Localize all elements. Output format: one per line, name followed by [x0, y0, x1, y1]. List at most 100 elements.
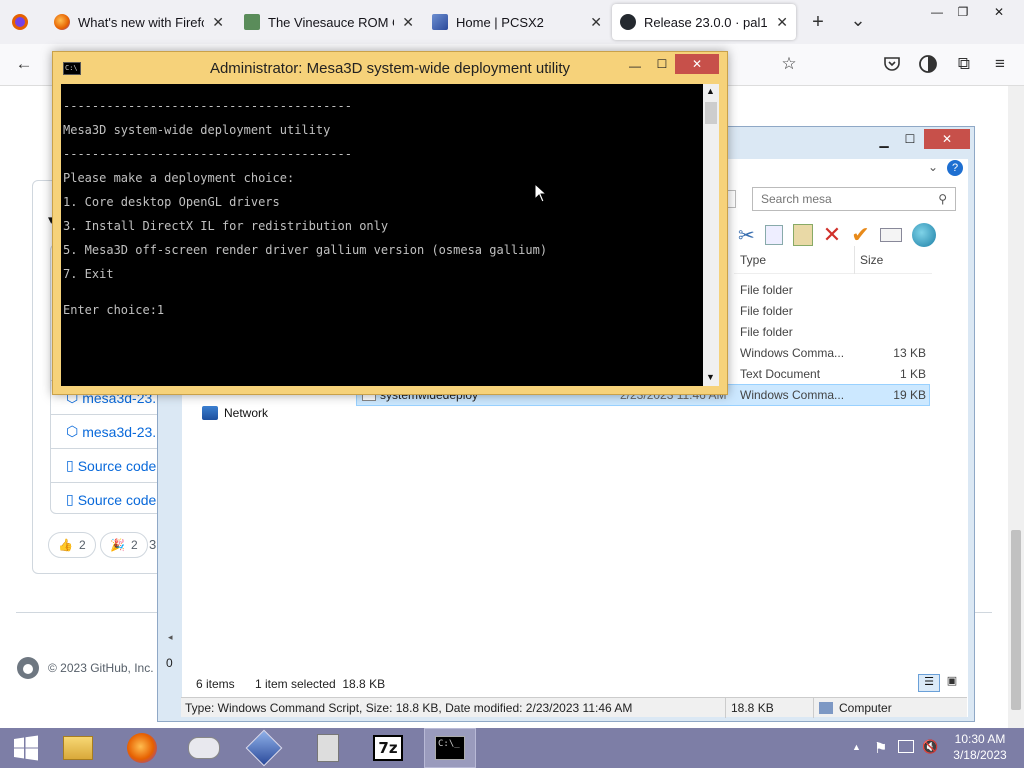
paste-icon[interactable] [792, 224, 813, 246]
windows-logo-icon [14, 735, 38, 761]
taskbar-file-explorer[interactable] [52, 728, 104, 768]
gamepad-icon [188, 737, 220, 759]
scroll-up-icon[interactable]: ▲ [706, 86, 715, 96]
back-arrow-icon[interactable]: ← [10, 50, 38, 78]
nav-truncated-label: 0 [166, 656, 173, 670]
page-scrollbar-thumb[interactable] [1011, 530, 1021, 710]
minimize-browser-button[interactable]: — [924, 2, 950, 22]
cmd-scrollbar-thumb[interactable] [705, 102, 717, 124]
bookmark-star-icon[interactable]: ☆ [775, 50, 803, 78]
maximize-browser-button[interactable]: ❐ [950, 2, 976, 22]
search-box[interactable]: ⚲ [752, 187, 956, 211]
taskbar-calculator[interactable] [302, 728, 354, 768]
file-zip-icon: ▯ [66, 457, 74, 473]
file-zip-icon: ▯ [66, 491, 74, 507]
clock-time: 10:30 AM [954, 732, 1006, 746]
firefox-icon [54, 14, 70, 30]
ribbon-expand-icon[interactable]: ⌄ [928, 160, 938, 174]
file-size-cell: 19 KB [893, 388, 926, 402]
action-center-flag-icon[interactable]: ⚑ [874, 739, 887, 757]
firefox-menu-icon[interactable] [6, 8, 34, 36]
system-clock[interactable]: 10:30 AM 3/18/2023 [950, 731, 1010, 763]
scroll-down-icon[interactable]: ▼ [706, 372, 715, 382]
column-divider [854, 246, 855, 274]
network-globe-icon[interactable] [911, 223, 936, 247]
new-tab-button[interactable]: + [804, 8, 832, 36]
details-location: Computer [839, 701, 892, 715]
cmd-title-bar[interactable]: C:\ Administrator: Mesa3D system-wide de… [53, 52, 727, 84]
column-headers: Type Size [734, 246, 932, 274]
console-output[interactable]: ----------------------------------------… [61, 84, 703, 386]
account-icon[interactable] [914, 50, 942, 78]
status-selection: 1 item selected 18.8 KB [255, 677, 386, 691]
close-tab-icon[interactable]: ✕ [776, 14, 788, 31]
firefox-icon [127, 733, 157, 763]
cut-icon[interactable]: ✂ [738, 223, 755, 248]
asset-link[interactable]: ⬡ mesa3d-23. [50, 414, 170, 448]
pcsx2-icon [432, 14, 448, 30]
console-line: 7. Exit [63, 267, 114, 281]
explorer-toolbar: ✂ ✕ ✔ [738, 222, 936, 248]
app-menu-icon[interactable]: ≡ [986, 50, 1014, 78]
details-view-icon[interactable]: ☰ [918, 674, 940, 692]
details-divider [725, 698, 726, 718]
console-line: 5. Mesa3D off-screen render driver galli… [63, 243, 548, 257]
taskbar-firefox[interactable] [116, 728, 168, 768]
close-tab-icon[interactable]: ✕ [590, 14, 602, 31]
cmd-maximize-button[interactable]: ☐ [649, 54, 675, 74]
reaction-thumbs-up[interactable]: 👍 2 [48, 532, 96, 558]
properties-icon[interactable] [879, 228, 902, 242]
network-status-icon[interactable] [898, 740, 914, 753]
source-code-link[interactable]: ▯ Source code [50, 482, 170, 516]
list-all-tabs-button[interactable]: ⌄ [844, 6, 872, 34]
volume-muted-icon[interactable]: 🔇 [922, 739, 938, 755]
taskbar-cmd[interactable]: C:\_ [424, 728, 476, 768]
taskbar-7zip[interactable]: 7z [362, 728, 414, 768]
tab-github-release[interactable]: Release 23.0.0 · pal1000/m ✕ [612, 4, 796, 40]
tab-firefox-whats-new[interactable]: What's new with Firefox - ✕ [46, 4, 232, 40]
file-type-cell: Windows Comma... [740, 346, 845, 360]
package-icon: ⬡ [66, 423, 79, 439]
start-button[interactable] [0, 728, 52, 768]
source-code-link[interactable]: ▯ Source code [50, 448, 170, 482]
large-icons-view-icon[interactable]: ▣ [942, 674, 962, 692]
extensions-icon[interactable]: ⧉ [950, 50, 978, 78]
tab-label: Release 23.0.0 · pal1000/m [644, 14, 768, 30]
github-logo-icon [17, 657, 39, 679]
search-input[interactable] [761, 192, 921, 206]
column-size[interactable]: Size [860, 253, 883, 267]
file-explorer-icon [63, 736, 93, 760]
close-tab-icon[interactable]: ✕ [212, 14, 224, 31]
nav-scroll-left-icon[interactable]: ◂ [168, 632, 176, 646]
cmd-scrollbar[interactable]: ▲ ▼ [703, 84, 719, 386]
file-size-cell: 1 KB [899, 367, 926, 381]
tab-label: What's new with Firefox - [78, 14, 204, 30]
tab-vinesauce[interactable]: The Vinesauce ROM Corr ✕ [236, 4, 422, 40]
copy-icon[interactable] [764, 225, 783, 245]
taskbar-pcsx2[interactable] [238, 728, 290, 768]
cmd-minimize-button[interactable]: — [622, 56, 648, 76]
cmd-window: C:\ Administrator: Mesa3D system-wide de… [52, 51, 728, 395]
help-icon[interactable]: ? [947, 160, 963, 176]
console-line: ---------------------------------------- [63, 99, 352, 113]
status-item-count: 6 items [196, 677, 235, 691]
taskbar-gamepad[interactable] [178, 728, 230, 768]
show-hidden-icons-icon[interactable]: ▲ [852, 742, 861, 752]
cmd-close-button[interactable]: ✕ [675, 54, 719, 74]
file-type-cell: File folder [740, 283, 793, 297]
reaction-tada[interactable]: 🎉 2 [100, 532, 148, 558]
close-tab-icon[interactable]: ✕ [402, 14, 414, 31]
explorer-maximize-button[interactable]: ☐ [897, 129, 923, 149]
file-size-cell: 13 KB [893, 346, 926, 360]
nav-item-network[interactable]: Network [202, 406, 268, 420]
clock-date: 3/18/2023 [953, 748, 1007, 762]
tab-pcsx2[interactable]: Home | PCSX2 ✕ [424, 4, 610, 40]
explorer-close-button[interactable]: ✕ [924, 129, 970, 149]
close-browser-button[interactable]: ✕ [986, 2, 1012, 22]
explorer-minimize-button[interactable]: ▁ [871, 131, 897, 151]
column-type[interactable]: Type [740, 253, 766, 267]
rename-icon[interactable]: ✔ [851, 222, 869, 248]
delete-icon[interactable]: ✕ [823, 222, 841, 248]
pocket-icon[interactable] [878, 50, 906, 78]
details-text: Type: Windows Command Script, Size: 18.8… [185, 701, 633, 715]
